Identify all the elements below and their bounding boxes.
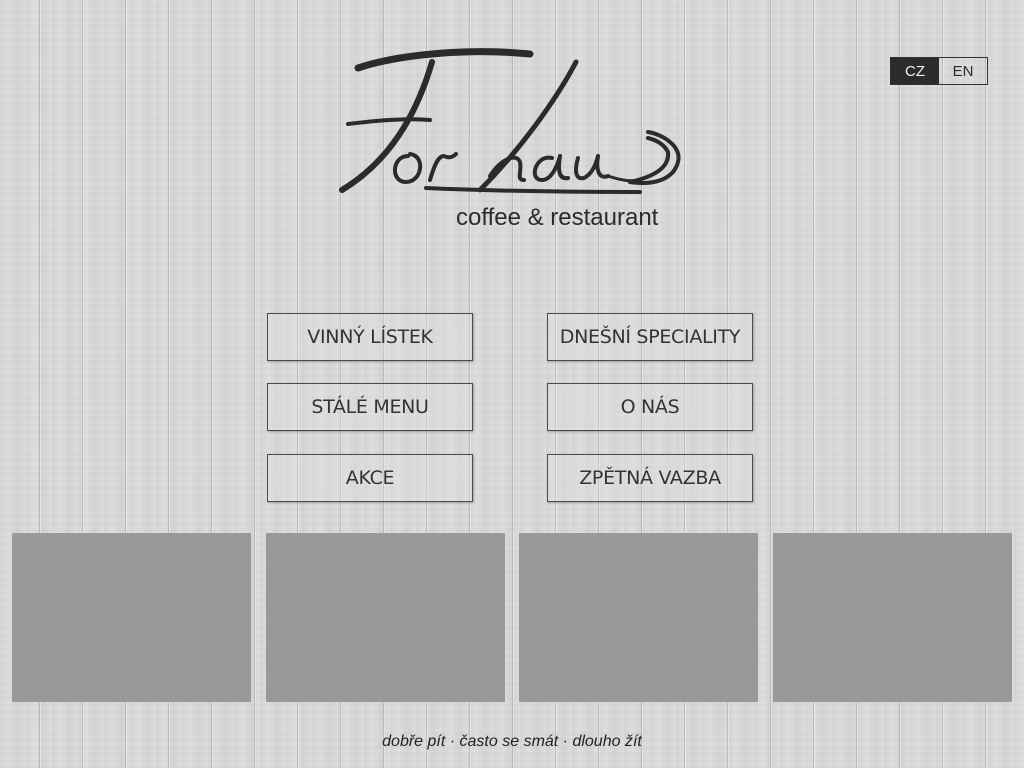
logo-subtitle: coffee & restaurant bbox=[456, 204, 659, 231]
forhaus-script-logo bbox=[339, 48, 681, 194]
menu-button-about-us[interactable]: O NÁS bbox=[547, 383, 753, 431]
menu-button-feedback[interactable]: ZPĚTNÁ VAZBA bbox=[547, 454, 753, 502]
menu-button-wine-list[interactable]: VINNÝ LÍSTEK bbox=[267, 313, 473, 361]
image-tile-3[interactable] bbox=[519, 533, 758, 702]
lang-cz-button[interactable]: CZ bbox=[891, 58, 939, 84]
language-switch: CZ EN bbox=[890, 57, 988, 85]
image-tile-4[interactable] bbox=[773, 533, 1012, 702]
menu-button-daily-specials[interactable]: DNEŠNÍ SPECIALITY bbox=[547, 313, 753, 361]
logo: coffee & restaurant bbox=[330, 40, 700, 240]
footer-slogan: dobře pít · často se smát · dlouho žít bbox=[382, 733, 642, 750]
menu-button-standard-menu[interactable]: STÁLÉ MENU bbox=[267, 383, 473, 431]
image-tile-1[interactable] bbox=[12, 533, 251, 702]
lang-en-button[interactable]: EN bbox=[939, 58, 987, 84]
image-tile-2[interactable] bbox=[266, 533, 505, 702]
menu-button-events[interactable]: AKCE bbox=[267, 454, 473, 502]
